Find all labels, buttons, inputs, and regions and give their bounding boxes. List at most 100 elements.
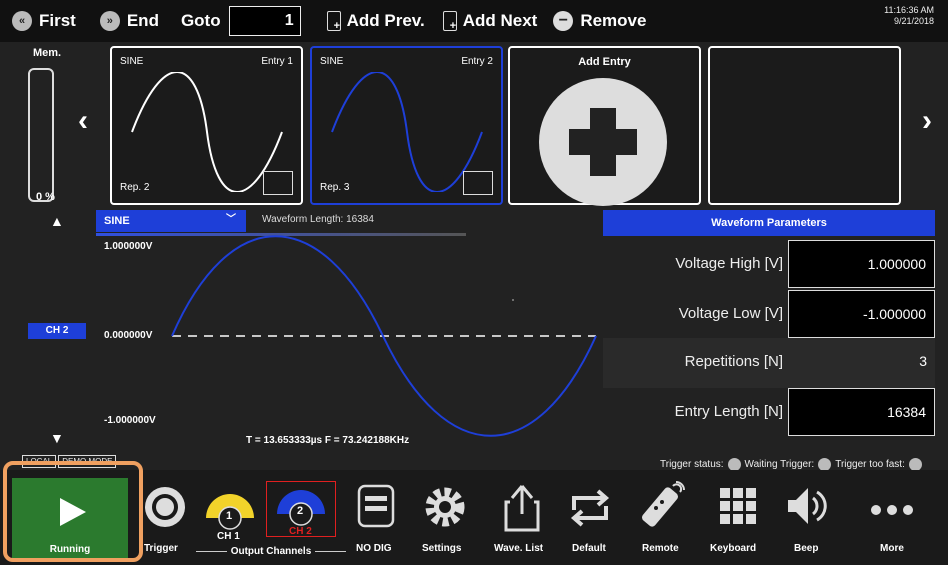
- channel-2-number: 2: [297, 505, 304, 517]
- add-entry-label: Add Entry: [578, 56, 631, 68]
- param-label: Entry Length [N]: [674, 403, 783, 420]
- first-button[interactable]: « First: [12, 11, 76, 31]
- waiting-trigger-label: Waiting Trigger:: [744, 459, 815, 470]
- trigger-status-label: Trigger status:: [660, 459, 724, 470]
- waveform-parameters-panel: Waveform Parameters Voltage High [V] 1.0…: [603, 208, 948, 468]
- waveform-panel: ▲ SINE ﹀ Waveform Length: 16384 1.000000…: [0, 208, 600, 468]
- goto-input[interactable]: 1: [228, 6, 301, 36]
- param-row-voltage-high: Voltage High [V] 1.000000: [603, 240, 935, 290]
- beep-label: Beep: [794, 543, 819, 554]
- entry-card-1[interactable]: SINE Entry 1 Rep. 2: [110, 46, 303, 205]
- add-prev-icon: [326, 11, 341, 32]
- goto-label: Goto: [180, 11, 221, 30]
- voltage-high-field[interactable]: 1.000000: [788, 240, 935, 288]
- trigger-label: Trigger: [144, 543, 178, 554]
- chevron-right-icon[interactable]: ›: [922, 104, 932, 138]
- wave-list-button[interactable]: Wave. List: [490, 474, 550, 562]
- share-upload-icon: [504, 485, 540, 532]
- first-label: First: [39, 11, 76, 30]
- add-prev-button[interactable]: Add Prev.: [326, 11, 425, 32]
- channel-2-gauge-icon: [277, 490, 325, 526]
- highlight-outline: [3, 461, 143, 562]
- ch1-label: CH 1: [217, 531, 240, 542]
- top-toolbar: « First » End Goto 1 Add Prev. Add Next …: [0, 0, 948, 42]
- channel-2-button[interactable]: 2 CH 2: [266, 481, 336, 537]
- keyboard-label: Keyboard: [710, 543, 757, 554]
- empty-entry-card[interactable]: [708, 46, 901, 205]
- beep-button[interactable]: Beep: [782, 474, 832, 562]
- remote-control-icon: [642, 481, 685, 527]
- end-label: End: [126, 11, 159, 30]
- waveform-plot: [171, 235, 597, 437]
- default-button[interactable]: Default: [562, 474, 618, 562]
- ch2-label: CH 2: [289, 526, 312, 537]
- voltage-low-field[interactable]: -1.000000: [788, 290, 935, 338]
- rewind-icon: «: [12, 11, 32, 31]
- end-button[interactable]: » End: [99, 11, 159, 31]
- chevron-left-icon[interactable]: ‹: [78, 104, 88, 138]
- entry-checkbox[interactable]: [463, 171, 493, 195]
- entry-card-2[interactable]: SINE Entry 2 Rep. 3: [310, 46, 503, 205]
- add-prev-label: Add Prev.: [346, 11, 425, 30]
- memory-bar: [28, 68, 54, 202]
- entry-length-field[interactable]: 16384: [788, 388, 935, 436]
- no-dig-label: NO DIG: [356, 543, 392, 554]
- param-row-entry-length: Entry Length [N] 16384: [603, 388, 935, 438]
- repeat-icon: [570, 489, 610, 527]
- gear-icon: [425, 487, 465, 527]
- speaker-icon: [788, 488, 827, 524]
- remote-button[interactable]: Remote: [632, 474, 692, 562]
- add-entry-card[interactable]: Add Entry: [508, 46, 701, 206]
- add-next-label: Add Next: [462, 11, 538, 30]
- memory-percent: 0 %: [36, 191, 55, 203]
- more-button[interactable]: More: [862, 474, 922, 562]
- app-window: « First » End Goto 1 Add Prev. Add Next …: [0, 0, 948, 565]
- add-next-icon: [442, 11, 457, 32]
- param-row-voltage-low: Voltage Low [V] -1.000000: [603, 290, 935, 340]
- output-channels-label: Output Channels: [230, 546, 312, 557]
- memory-label: Mem.: [33, 47, 62, 59]
- param-row-repetitions: Repetitions [N] 3: [603, 338, 935, 388]
- entry-number: Entry 2: [461, 56, 493, 67]
- more-dots-icon: [871, 505, 913, 515]
- entry-name: SINE: [320, 56, 344, 67]
- minus-icon: −: [553, 11, 574, 31]
- default-label: Default: [572, 543, 606, 554]
- remote-label: Remote: [642, 543, 679, 554]
- trigger-button[interactable]: Trigger: [138, 474, 188, 562]
- remove-label: Remove: [580, 11, 647, 30]
- keyboard-button[interactable]: Keyboard: [708, 474, 768, 562]
- entry-repetitions: Rep. 2: [120, 182, 150, 193]
- repetitions-field[interactable]: 3: [788, 338, 935, 386]
- param-label: Repetitions [N]: [684, 353, 783, 370]
- param-label: Voltage High [V]: [675, 255, 783, 272]
- clock-time: 11:16:36 AM: [884, 5, 934, 15]
- remove-button[interactable]: − Remove: [553, 11, 646, 31]
- clock-date: 9/21/2018: [893, 16, 934, 26]
- period-frequency: T = 13.653333µs F = 73.242188KHz: [246, 435, 410, 446]
- trigger-icon: [145, 487, 185, 527]
- entry-name: SINE: [120, 56, 144, 67]
- more-label: More: [880, 543, 904, 554]
- channel-1-gauge-icon: [206, 494, 254, 530]
- too-fast-label: Trigger too fast:: [835, 459, 905, 470]
- output-channels-group: Output Channels: [196, 546, 346, 557]
- wave-list-label: Wave. List: [494, 543, 544, 554]
- param-label: Voltage Low [V]: [678, 305, 783, 322]
- channel-1-number: 1: [226, 510, 233, 522]
- chevron-down-icon[interactable]: ▼: [50, 430, 64, 446]
- params-header: Waveform Parameters: [603, 210, 935, 236]
- clock: 11:16:36 AM 9/21/2018: [884, 5, 934, 27]
- plus-icon: [539, 78, 667, 206]
- digital-board-icon: [357, 484, 395, 528]
- entry-number: Entry 1: [261, 56, 293, 67]
- entry-repetitions: Rep. 3: [320, 182, 350, 193]
- add-next-button[interactable]: Add Next: [442, 11, 538, 32]
- settings-label: Settings: [422, 543, 462, 554]
- fast-forward-icon: »: [99, 11, 120, 31]
- settings-button[interactable]: Settings: [420, 474, 474, 562]
- entry-checkbox[interactable]: [263, 171, 293, 195]
- entries-strip: Mem. 0 % ‹ SINE Entry 1 Rep. 2 SINE Entr…: [0, 42, 948, 208]
- keypad-icon: [720, 488, 756, 524]
- no-dig-button[interactable]: NO DIG: [350, 474, 402, 562]
